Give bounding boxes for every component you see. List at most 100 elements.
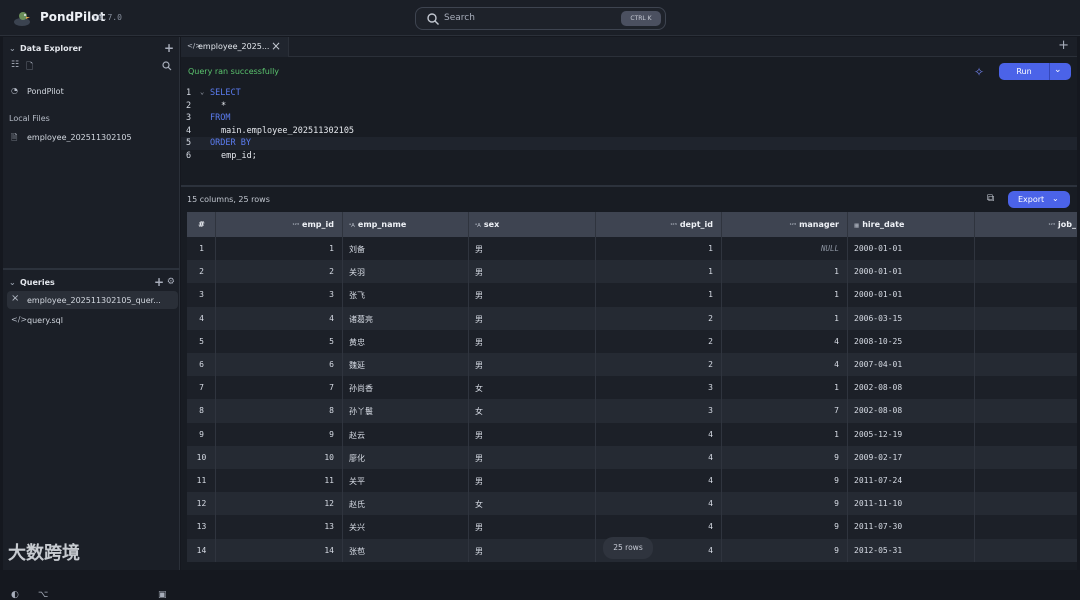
table-cell[interactable]: 9 bbox=[722, 492, 848, 516]
table-row[interactable]: 9 9 赵云 男 4 1 2005-12-19 bbox=[187, 422, 1077, 446]
table-row[interactable]: 10 10 廖化 男 4 9 2009-02-17 bbox=[187, 445, 1077, 469]
row-number-cell[interactable]: 11 bbox=[187, 469, 216, 493]
table-cell[interactable] bbox=[975, 469, 1077, 492]
row-number-cell[interactable]: 9 bbox=[187, 422, 216, 446]
table-cell[interactable] bbox=[975, 539, 1077, 562]
table-cell[interactable]: 赵云 bbox=[343, 422, 469, 446]
table-cell[interactable]: 2 bbox=[596, 306, 722, 330]
table-cell[interactable]: 2011-11-10 bbox=[848, 492, 975, 516]
add-data-source-icon[interactable]: + bbox=[164, 41, 174, 55]
table-cell[interactable] bbox=[975, 515, 1077, 538]
table-cell[interactable]: 女 bbox=[469, 492, 596, 516]
column-header[interactable]: ¹²³ job_ bbox=[975, 212, 1077, 237]
table-cell[interactable]: 男 bbox=[469, 237, 596, 261]
data-explorer-header[interactable]: ⌄ Data Explorer + bbox=[3, 40, 180, 58]
row-number-cell[interactable]: 4 bbox=[187, 306, 216, 330]
table-cell[interactable]: 1 bbox=[722, 283, 848, 307]
chevron-down-icon[interactable]: ⌄ bbox=[1054, 65, 1062, 75]
table-cell[interactable]: 4 bbox=[596, 445, 722, 469]
table-cell[interactable]: 10 bbox=[216, 445, 343, 469]
table-cell[interactable]: 张苞 bbox=[343, 538, 469, 562]
table-cell[interactable]: 2005-12-19 bbox=[848, 422, 975, 446]
table-cell[interactable]: 4 bbox=[596, 515, 722, 539]
table-cell[interactable]: 4 bbox=[216, 306, 343, 330]
table-cell[interactable]: 诸葛亮 bbox=[343, 306, 469, 330]
fold-chevron-icon[interactable]: ⌄ bbox=[200, 88, 204, 96]
table-cell[interactable]: 5 bbox=[216, 329, 343, 353]
column-header[interactable]: ᵃA emp_name bbox=[343, 212, 469, 237]
row-number-cell[interactable]: 3 bbox=[187, 283, 216, 307]
table-cell[interactable]: 2007-04-01 bbox=[848, 353, 975, 377]
table-cell[interactable] bbox=[975, 283, 1077, 306]
add-query-icon[interactable]: + bbox=[154, 275, 164, 289]
query-item-active[interactable]: × employee_202511302105_quer... bbox=[7, 291, 178, 309]
table-row[interactable]: 2 2 关羽 男 1 1 2000-01-01 bbox=[187, 260, 1077, 284]
run-button[interactable]: Run ⌄ bbox=[999, 63, 1071, 80]
table-cell[interactable]: 3 bbox=[216, 283, 343, 307]
table-cell[interactable]: 2 bbox=[596, 329, 722, 353]
table-cell[interactable]: 男 bbox=[469, 283, 596, 307]
column-header[interactable]: ¹²³ emp_id bbox=[216, 212, 343, 237]
table-cell[interactable]: 男 bbox=[469, 329, 596, 353]
table-row[interactable]: 4 4 诸葛亮 男 2 1 2006-03-15 bbox=[187, 306, 1077, 330]
table-cell[interactable]: 9 bbox=[722, 445, 848, 469]
table-cell[interactable]: 孙尚香 bbox=[343, 376, 469, 400]
header-row-number[interactable]: # bbox=[187, 212, 216, 237]
table-cell[interactable]: 9 bbox=[216, 422, 343, 446]
file-icon[interactable]: 🗋 bbox=[26, 59, 33, 75]
table-cell[interactable]: 男 bbox=[469, 469, 596, 493]
table-cell[interactable]: 12 bbox=[216, 492, 343, 516]
table-row[interactable]: 8 8 孙丫鬟 女 3 7 2002-08-08 bbox=[187, 399, 1077, 423]
table-cell[interactable]: 3 bbox=[596, 376, 722, 400]
table-cell[interactable]: 1 bbox=[722, 260, 848, 284]
table-cell[interactable]: 2002-08-08 bbox=[848, 399, 975, 423]
table-cell[interactable]: 7 bbox=[722, 399, 848, 423]
row-number-cell[interactable]: 13 bbox=[187, 515, 216, 539]
export-button[interactable]: Export ⌄ bbox=[1008, 191, 1070, 208]
table-cell[interactable] bbox=[975, 353, 1077, 376]
table-cell[interactable]: 2009-02-17 bbox=[848, 445, 975, 469]
table-cell[interactable]: 孙丫鬟 bbox=[343, 399, 469, 423]
table-row[interactable]: 12 12 赵氏 女 4 9 2011-11-10 bbox=[187, 492, 1077, 516]
row-number-cell[interactable]: 1 bbox=[187, 237, 216, 261]
table-cell[interactable]: 2 bbox=[596, 353, 722, 377]
table-cell[interactable]: 11 bbox=[216, 469, 343, 493]
table-row[interactable]: 5 5 黄忠 男 2 4 2008-10-25 bbox=[187, 329, 1077, 353]
table-cell[interactable]: 7 bbox=[216, 376, 343, 400]
table-cell[interactable]: 关羽 bbox=[343, 260, 469, 284]
row-number-cell[interactable]: 7 bbox=[187, 376, 216, 400]
table-cell[interactable]: 4 bbox=[722, 329, 848, 353]
table-cell[interactable]: 1 bbox=[722, 376, 848, 400]
table-row[interactable]: 1 1 刘备 男 1 NULL 2000-01-01 bbox=[187, 237, 1077, 261]
table-cell[interactable]: 14 bbox=[216, 538, 343, 562]
github-icon[interactable]: ⌥ bbox=[38, 590, 48, 600]
table-cell[interactable] bbox=[975, 423, 1077, 446]
search-bar[interactable]: Search CTRL K bbox=[415, 7, 666, 30]
table-cell[interactable]: 张飞 bbox=[343, 283, 469, 307]
close-tab-icon[interactable]: × bbox=[271, 39, 281, 53]
row-number-cell[interactable]: 10 bbox=[187, 445, 216, 469]
table-cell[interactable]: 2000-01-01 bbox=[848, 260, 975, 284]
table-cell[interactable]: 男 bbox=[469, 260, 596, 284]
table-cell[interactable]: 男 bbox=[469, 422, 596, 446]
table-cell[interactable]: 男 bbox=[469, 445, 596, 469]
table-cell[interactable]: 黄忠 bbox=[343, 329, 469, 353]
table-cell[interactable]: 4 bbox=[722, 353, 848, 377]
table-cell[interactable] bbox=[975, 330, 1077, 353]
table-cell[interactable] bbox=[975, 399, 1077, 422]
table-cell[interactable]: 2000-01-01 bbox=[848, 283, 975, 307]
row-number-cell[interactable]: 2 bbox=[187, 260, 216, 284]
table-cell[interactable]: 9 bbox=[722, 538, 848, 562]
table-cell[interactable]: 廖化 bbox=[343, 445, 469, 469]
table-cell[interactable]: 女 bbox=[469, 376, 596, 400]
table-row[interactable]: 3 3 张飞 男 1 1 2000-01-01 bbox=[187, 283, 1077, 307]
row-number-cell[interactable]: 14 bbox=[187, 538, 216, 562]
table-cell[interactable]: 男 bbox=[469, 515, 596, 539]
ai-assist-icon[interactable]: ✧ bbox=[974, 65, 984, 79]
table-cell[interactable]: 2011-07-30 bbox=[848, 515, 975, 539]
column-header[interactable]: ¹²³ manager bbox=[722, 212, 848, 237]
table-row[interactable]: 6 6 魏延 男 2 4 2007-04-01 bbox=[187, 353, 1077, 377]
sql-editor[interactable]: 1 ⌄ SELECT 2 * 3 FROM 4 main.employee_20… bbox=[181, 85, 1077, 185]
table-cell[interactable]: 13 bbox=[216, 515, 343, 539]
query-item[interactable]: </> query.sql bbox=[7, 311, 178, 329]
